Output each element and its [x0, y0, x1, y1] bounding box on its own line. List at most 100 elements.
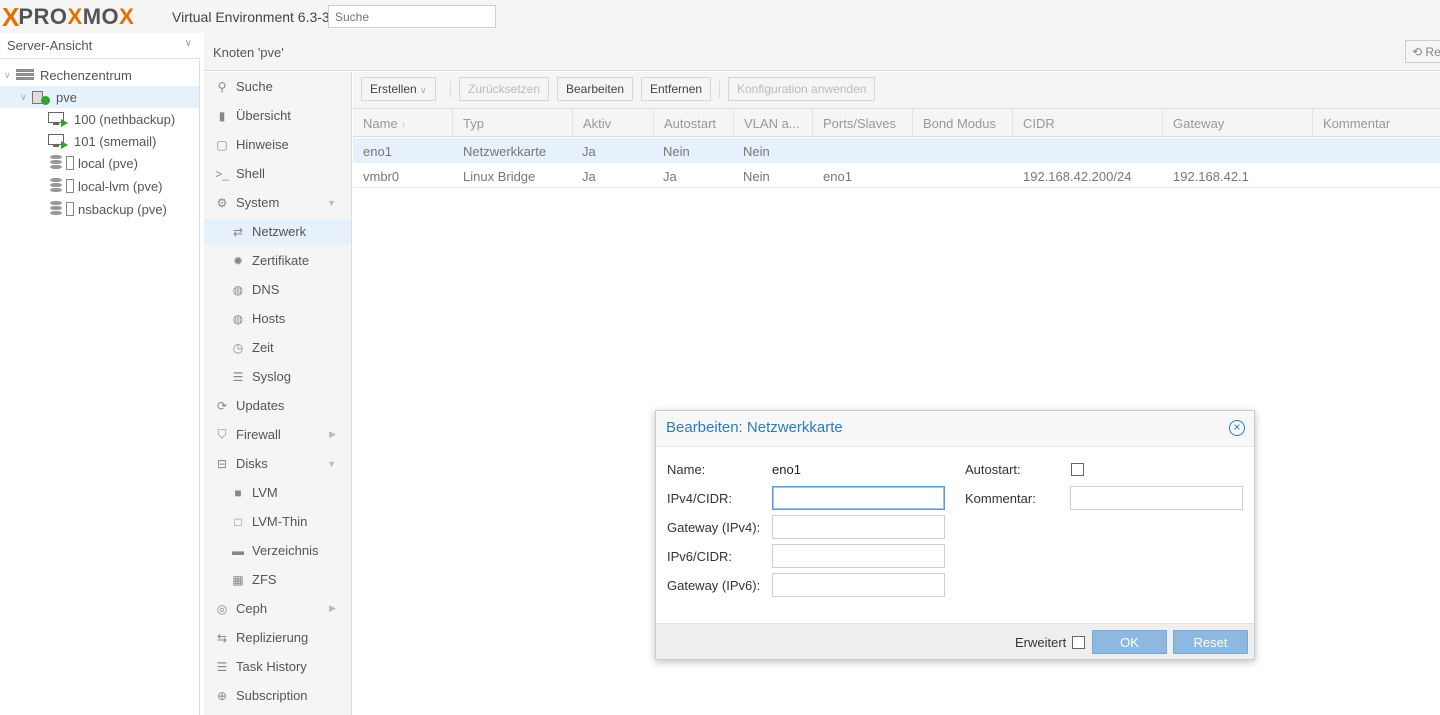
name-label: Name: [667, 462, 706, 477]
reset-button[interactable]: Reset [1173, 630, 1248, 654]
table-row[interactable]: eno1 Netzwerkkarte Ja Nein Nein [353, 138, 1440, 163]
menu-item-system[interactable]: ⚙ System ▼ [204, 190, 351, 215]
menu-item-suche[interactable]: ⚲ Suche [204, 74, 351, 99]
ipv4-cidr-input[interactable] [772, 486, 945, 510]
column-header-aktiv[interactable]: Aktiv [573, 109, 654, 137]
apply-configuration-button[interactable]: Konfiguration anwenden [728, 77, 876, 101]
menu-item-firewall[interactable]: ⛉ Firewall ▶ [204, 422, 351, 447]
autostart-label: Autostart: [965, 462, 1021, 477]
chevron-right-icon: ▶ [329, 603, 336, 613]
tree-item-datacenter[interactable]: ∨ Rechenzentrum [0, 64, 199, 86]
menu-item-replizierung[interactable]: ⇆ Replizierung [204, 625, 351, 650]
menu-item-verzeichnis[interactable]: ▬ Verzeichnis [204, 538, 351, 563]
tree-item-storage-local[interactable]: local (pve) [0, 152, 199, 174]
collapse-icon[interactable]: ∨ [4, 70, 14, 81]
menu-item-syslog[interactable]: ☰ Syslog [204, 364, 351, 389]
view-selector[interactable]: Server-Ansicht ∨ [0, 33, 200, 59]
tree-item-storage-local-lvm[interactable]: local-lvm (pve) [0, 175, 199, 197]
menu-item-zeit[interactable]: ◷ Zeit [204, 335, 351, 360]
revert-button[interactable]: Zurücksetzen [459, 77, 550, 101]
gateway-ipv4-label: Gateway (IPv4): [667, 520, 761, 535]
proxmox-logo[interactable]: X PROXMOX [2, 3, 134, 30]
table-row[interactable]: vmbr0 Linux Bridge Ja Ja Nein eno1 192.1… [353, 163, 1440, 188]
sort-ascending-icon: ↑ [400, 120, 406, 131]
tree-item-node-pve[interactable]: ∨ pve [0, 86, 199, 108]
menu-item-zfs[interactable]: ▦ ZFS [204, 567, 351, 592]
menu-item-subscription[interactable]: ⊕ Subscription [204, 683, 351, 708]
menu-item-disks[interactable]: ⊟ Disks ▼ [204, 451, 351, 476]
menu-item-label: Ceph [236, 601, 268, 616]
chevron-right-icon: ▶ [329, 429, 336, 439]
menu-item-label: DNS [252, 282, 280, 297]
comment-input[interactable] [1070, 486, 1243, 510]
column-header-name[interactable]: Name ↑ [353, 109, 453, 137]
hdd-icon: ⊟ [216, 456, 228, 471]
cell-ports: eno1 [823, 169, 852, 184]
menu-item-label: Hinweise [236, 137, 289, 152]
create-button-label: Erstellen [370, 82, 417, 96]
menu-item-hinweise[interactable]: ▢ Hinweise [204, 132, 351, 157]
tree-item-vm-101[interactable]: 101 (smemail) [0, 130, 199, 152]
column-header-autostart[interactable]: Autostart [654, 109, 734, 137]
reload-button[interactable]: ⟲ Re [1405, 40, 1440, 63]
menu-item-label: Shell [236, 166, 265, 181]
tree-item-storage-nsbackup[interactable]: nsbackup (pve) [0, 198, 199, 220]
square-outline-icon: □ [234, 514, 242, 529]
menu-item-shell[interactable]: >_ Shell [204, 161, 351, 186]
autostart-checkbox[interactable] [1071, 463, 1084, 476]
menu-item-task-history[interactable]: ☰ Task History [204, 654, 351, 679]
column-header-vlan[interactable]: VLAN a... [734, 109, 813, 137]
menu-item-uebersicht[interactable]: ▮ Übersicht [204, 103, 351, 128]
cell-vlan: Nein [743, 169, 770, 184]
storage-icon [50, 178, 76, 194]
page-title: Knoten 'pve' [213, 45, 284, 60]
tree-item-vm-100[interactable]: 100 (nethbackup) [0, 108, 199, 130]
cell-aktiv: Ja [582, 169, 596, 184]
list-alt-icon: ☰ [216, 659, 228, 674]
node-menu: ⚲ Suche ▮ Übersicht ▢ Hinweise >_ Shell ⚙ Sys… [204, 72, 352, 715]
edit-button[interactable]: Bearbeiten [557, 77, 634, 101]
menu-item-lvm-thin[interactable]: □ LVM-Thin [204, 509, 351, 534]
menu-item-dns[interactable]: ◍ DNS [204, 277, 351, 302]
column-header-kommentar[interactable]: Kommentar [1313, 109, 1440, 137]
menu-item-label: LVM [252, 485, 278, 500]
column-header-gateway[interactable]: Gateway [1163, 109, 1313, 137]
menu-item-label: Zeit [252, 340, 274, 355]
menu-item-label: ZFS [252, 572, 277, 587]
advanced-checkbox[interactable] [1072, 636, 1085, 649]
gateway-ipv6-input[interactable] [772, 573, 945, 597]
comment-label: Kommentar: [965, 491, 1036, 506]
search-input[interactable] [328, 5, 496, 28]
globe-icon: ◍ [232, 282, 244, 297]
close-icon[interactable]: × [1229, 420, 1245, 436]
exchange-icon: ⇄ [232, 224, 244, 239]
ceph-icon: ◎ [216, 601, 228, 616]
column-header-bond-modus[interactable]: Bond Modus [913, 109, 1013, 137]
list-icon: ☰ [232, 369, 244, 384]
remove-button[interactable]: Entfernen [641, 77, 712, 101]
column-header-typ[interactable]: Typ [453, 109, 573, 137]
menu-item-label: Zertifikate [252, 253, 310, 268]
column-header-cidr[interactable]: CIDR [1013, 109, 1163, 137]
menu-item-label: Suche [236, 79, 273, 94]
dialog-header[interactable]: Bearbeiten: Netzwerkkarte × [656, 411, 1254, 447]
menu-item-netzwerk[interactable]: ⇄ Netzwerk [204, 219, 351, 244]
ipv6-cidr-input[interactable] [772, 544, 945, 568]
menu-item-updates[interactable]: ⟳ Updates [204, 393, 351, 418]
logo-x-mark: X [2, 1, 19, 32]
collapse-icon[interactable]: ∨ [20, 92, 30, 103]
menu-item-label: Hosts [252, 311, 286, 326]
clock-icon: ◷ [232, 340, 244, 355]
create-button[interactable]: Erstellen ∨ [361, 77, 436, 101]
menu-item-hosts[interactable]: ◍ Hosts [204, 306, 351, 331]
column-header-ports-slaves[interactable]: Ports/Slaves [813, 109, 913, 137]
menu-item-label: Replizierung [236, 630, 309, 645]
menu-item-ceph[interactable]: ◎ Ceph ▶ [204, 596, 351, 621]
ok-button[interactable]: OK [1092, 630, 1167, 654]
cell-name: vmbr0 [363, 169, 400, 184]
menu-item-zertifikate[interactable]: ✹ Zertifikate [204, 248, 351, 273]
tree-item-label: local (pve) [78, 155, 138, 171]
gateway-ipv4-input[interactable] [772, 515, 945, 539]
menu-item-lvm[interactable]: ■ LVM [204, 480, 351, 505]
cell-kommentar [1313, 138, 1333, 163]
